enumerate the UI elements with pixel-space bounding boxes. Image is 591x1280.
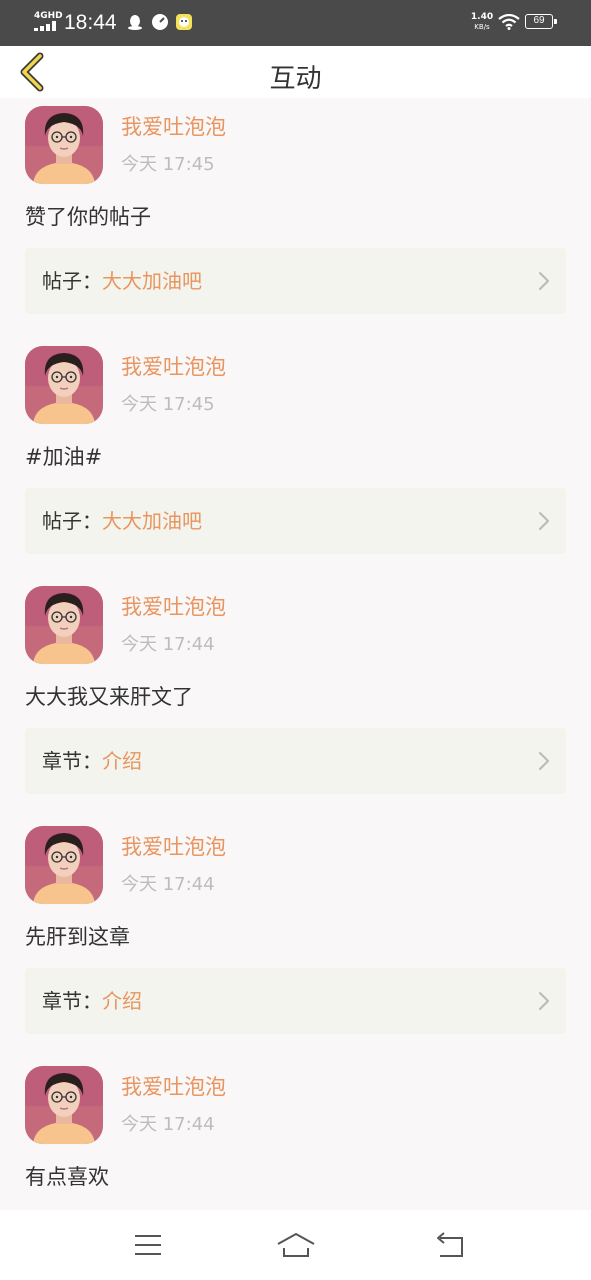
back-arrow-icon[interactable] xyxy=(14,50,50,94)
chapter-reference-card[interactable]: 章节：介绍 xyxy=(25,728,566,794)
header-bar: 互动 xyxy=(0,46,591,98)
menu-icon[interactable] xyxy=(130,1230,166,1260)
back-icon[interactable] xyxy=(432,1230,468,1260)
network-type: 4GHD xyxy=(34,11,63,21)
avatar[interactable] xyxy=(25,586,103,664)
list-item: 我爱吐泡泡 今天 17:45 #加油# 帖子：大大加油吧 xyxy=(0,338,591,578)
username[interactable]: 我爱吐泡泡 xyxy=(121,592,226,622)
speedometer-icon xyxy=(152,14,168,30)
battery-indicator: 69 xyxy=(525,14,557,29)
message-text: #加油# xyxy=(25,445,103,469)
timestamp: 今天 17:44 xyxy=(121,1114,215,1135)
clock: 18:44 xyxy=(64,11,117,34)
username[interactable]: 我爱吐泡泡 xyxy=(121,1072,226,1102)
chevron-right-icon xyxy=(538,751,550,771)
post-reference-card[interactable]: 帖子：大大加油吧 xyxy=(25,248,566,314)
avatar[interactable] xyxy=(25,1066,103,1144)
avatar[interactable] xyxy=(25,826,103,904)
username[interactable]: 我爱吐泡泡 xyxy=(121,112,226,142)
timestamp: 今天 17:45 xyxy=(121,394,215,415)
list-item: 我爱吐泡泡 今天 17:44 先肝到这章 章节：介绍 xyxy=(0,818,591,1058)
chapter-reference-card[interactable]: 章节：介绍 xyxy=(25,968,566,1034)
message-text: 赞了你的帖子 xyxy=(25,205,151,229)
post-reference-card[interactable]: 帖子：大大加油吧 xyxy=(25,488,566,554)
username[interactable]: 我爱吐泡泡 xyxy=(121,352,226,382)
list-item: 我爱吐泡泡 今天 17:45 赞了你的帖子 帖子：大大加油吧 xyxy=(0,98,591,338)
chevron-right-icon xyxy=(538,991,550,1011)
message-text: 先肝到这章 xyxy=(25,925,130,949)
reference-title: 大大加油吧 xyxy=(102,509,202,533)
timestamp: 今天 17:44 xyxy=(121,634,215,655)
home-icon[interactable] xyxy=(276,1230,316,1260)
wifi-icon xyxy=(498,14,520,30)
reference-label: 章节：介绍 xyxy=(42,749,142,773)
signal-icon xyxy=(34,21,56,31)
reference-title: 介绍 xyxy=(102,989,142,1013)
reference-label: 帖子：大大加油吧 xyxy=(42,269,202,293)
reference-label: 帖子：大大加油吧 xyxy=(42,509,202,533)
status-bar: 4GHD 18:44 1.40 KB/s 69 xyxy=(0,0,591,46)
timestamp: 今天 17:45 xyxy=(121,154,215,175)
reference-title: 介绍 xyxy=(102,749,142,773)
message-text: 大大我又来肝文了 xyxy=(25,685,193,709)
interaction-feed[interactable]: 我爱吐泡泡 今天 17:45 赞了你的帖子 帖子：大大加油吧 我爱吐泡泡 今天 … xyxy=(0,98,591,1210)
reference-title: 大大加油吧 xyxy=(102,269,202,293)
qq-icon xyxy=(128,15,142,30)
reference-label: 章节：介绍 xyxy=(42,989,142,1013)
timestamp: 今天 17:44 xyxy=(121,874,215,895)
app-notification-icon xyxy=(176,14,192,30)
avatar[interactable] xyxy=(25,106,103,184)
network-speed: 1.40 KB/s xyxy=(470,12,494,32)
list-item: 我爱吐泡泡 今天 17:44 有点喜欢 xyxy=(0,1058,591,1210)
chevron-right-icon xyxy=(538,271,550,291)
system-nav-bar xyxy=(0,1210,591,1280)
chevron-right-icon xyxy=(538,511,550,531)
list-item: 我爱吐泡泡 今天 17:44 大大我又来肝文了 章节：介绍 xyxy=(0,578,591,818)
username[interactable]: 我爱吐泡泡 xyxy=(121,832,226,862)
avatar[interactable] xyxy=(25,346,103,424)
message-text: 有点喜欢 xyxy=(25,1165,109,1189)
